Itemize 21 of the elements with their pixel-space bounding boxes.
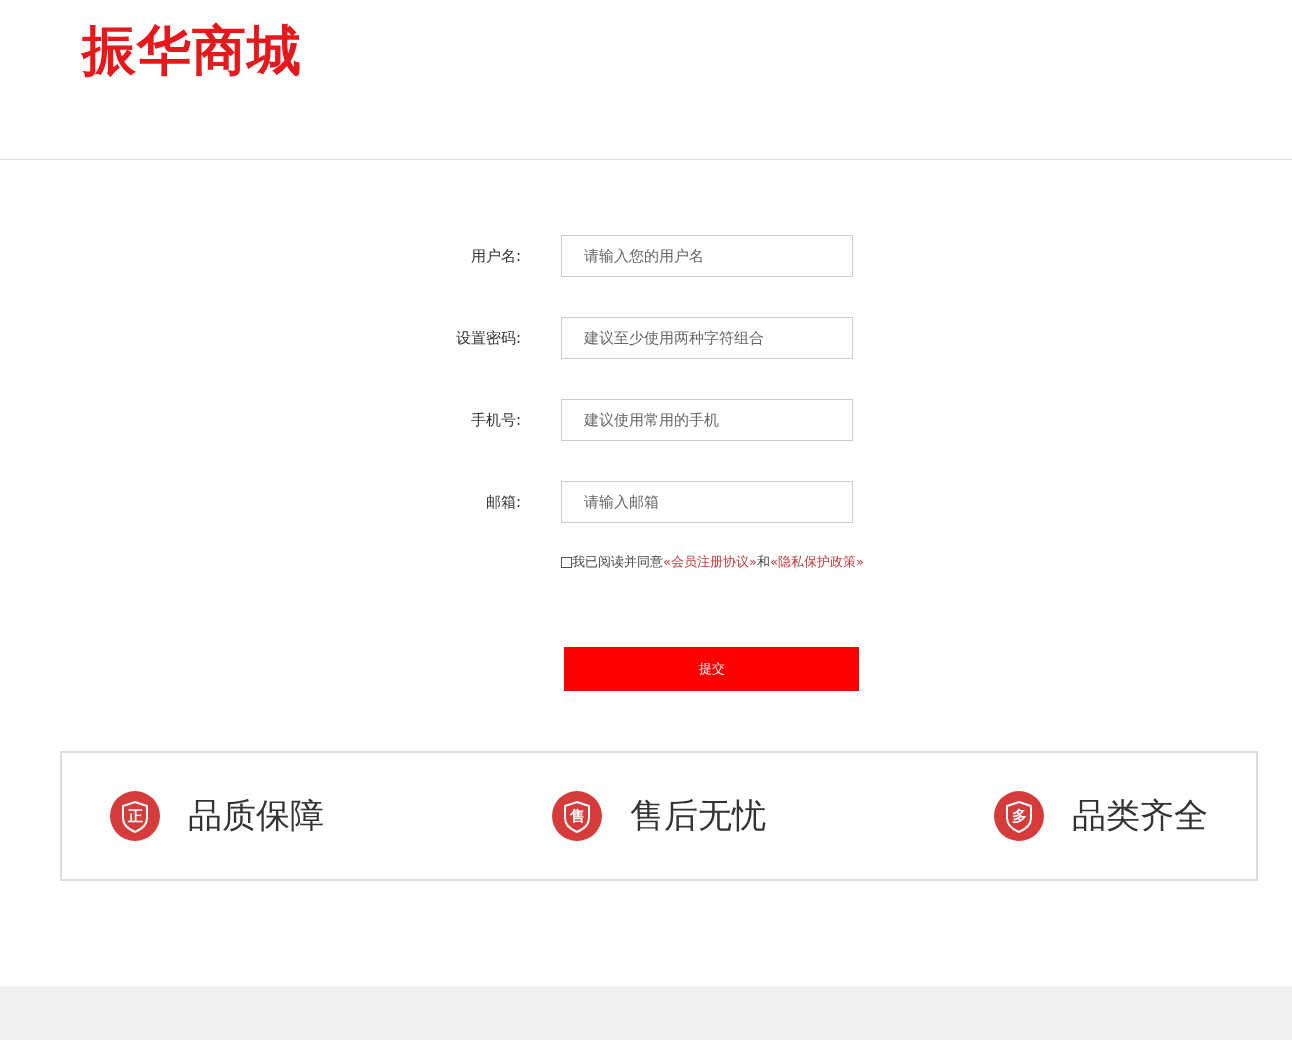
input-field[interactable]: 建议使用常用的手机 [561,399,853,441]
privacy-link[interactable]: «隐私保护政策» [769,553,864,571]
conjunction-text: 和 [756,553,770,571]
checkbox[interactable] [561,556,572,568]
shield-badge-icon: 正 [110,791,160,841]
input-field[interactable]: 建议至少使用两种字符组合 [561,317,853,359]
shield-badge-icon: 售 [552,791,602,841]
agreement-text: 我已阅读并同意 [572,553,663,571]
feature-label: 品质保障 [188,794,324,837]
field-label: 设置密码: [454,328,521,348]
agreement-link[interactable]: «会员注册协议» [663,553,757,571]
submit-button[interactable]: 提交 [564,647,859,691]
feature-label: 售后无忧 [630,794,766,837]
logo: 振华商城 [82,18,302,82]
input-field[interactable]: 请输入您的用户名 [561,235,853,277]
field-label: 用户名: [469,246,521,266]
input-field[interactable]: 请输入邮箱 [561,481,853,523]
field-label: 手机号: [469,410,521,430]
field-label: 邮箱: [484,492,521,512]
shield-badge-icon: 多 [994,791,1044,841]
feature-label: 品类齐全 [1072,794,1208,837]
